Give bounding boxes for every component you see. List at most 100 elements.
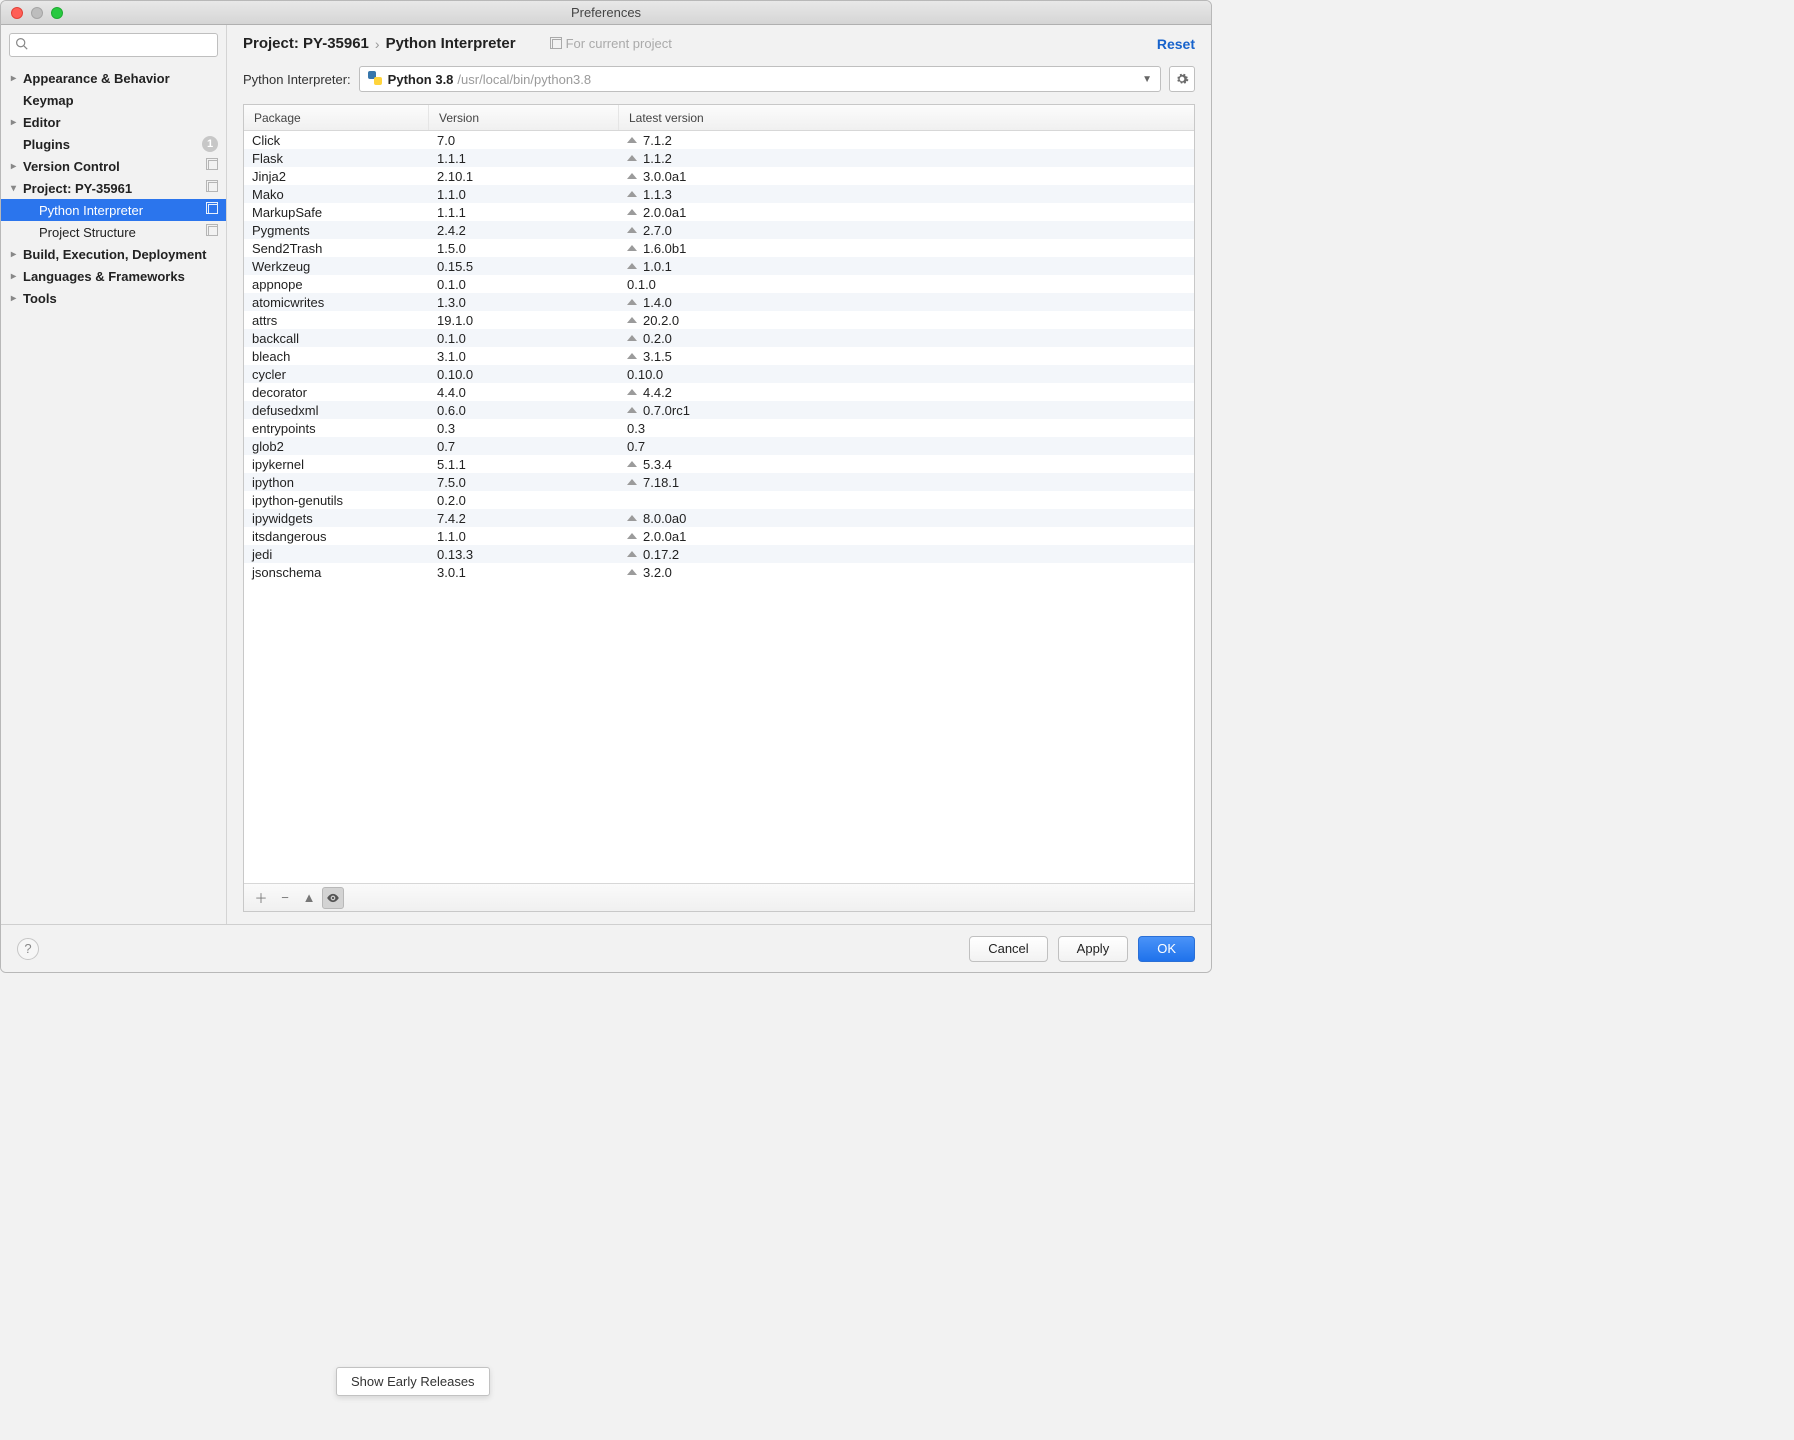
- cell-version: 7.0: [429, 133, 619, 148]
- sidebar-item-editor[interactable]: ▸Editor: [1, 111, 226, 133]
- apply-button[interactable]: Apply: [1058, 936, 1129, 962]
- upgrade-available-icon: [627, 137, 637, 143]
- cell-version: 0.15.5: [429, 259, 619, 274]
- table-row[interactable]: attrs19.1.020.2.0: [244, 311, 1194, 329]
- cell-package: entrypoints: [244, 421, 429, 436]
- table-row[interactable]: Mako1.1.01.1.3: [244, 185, 1194, 203]
- sidebar-tree: ▸Appearance & BehaviorKeymap▸EditorPlugi…: [1, 65, 226, 924]
- table-row[interactable]: entrypoints0.30.3: [244, 419, 1194, 437]
- cell-latest: 5.3.4: [619, 457, 1194, 472]
- upgrade-available-icon: [627, 551, 637, 557]
- cell-latest: 2.0.0a1: [619, 529, 1194, 544]
- sidebar-item-build-exec-deploy[interactable]: ▸Build, Execution, Deployment: [1, 243, 226, 265]
- table-body[interactable]: Click7.07.1.2Flask1.1.11.1.2Jinja22.10.1…: [244, 131, 1194, 883]
- table-row[interactable]: backcall0.1.00.2.0: [244, 329, 1194, 347]
- upgrade-available-icon: [627, 389, 637, 395]
- table-row[interactable]: decorator4.4.04.4.2: [244, 383, 1194, 401]
- footer: ? Cancel Apply OK: [1, 924, 1211, 972]
- chevron-right-icon: ▸: [11, 161, 23, 172]
- remove-package-button[interactable]: −: [274, 887, 296, 909]
- sidebar-item-label: Python Interpreter: [39, 203, 143, 218]
- sidebar-item-languages-frameworks[interactable]: ▸Languages & Frameworks: [1, 265, 226, 287]
- cell-package: jedi: [244, 547, 429, 562]
- sidebar-item-appearance-behavior[interactable]: ▸Appearance & Behavior: [1, 67, 226, 89]
- upgrade-available-icon: [627, 209, 637, 215]
- table-row[interactable]: jedi0.13.30.17.2: [244, 545, 1194, 563]
- sidebar-item-label: Version Control: [23, 159, 120, 174]
- table-row[interactable]: defusedxml0.6.00.7.0rc1: [244, 401, 1194, 419]
- sidebar-item-tools[interactable]: ▸Tools: [1, 287, 226, 309]
- cancel-button[interactable]: Cancel: [969, 936, 1047, 962]
- upgrade-available-icon: [627, 173, 637, 179]
- table-row[interactable]: jsonschema3.0.13.2.0: [244, 563, 1194, 581]
- cell-version: 1.1.1: [429, 205, 619, 220]
- table-row[interactable]: MarkupSafe1.1.12.0.0a1: [244, 203, 1194, 221]
- cell-latest: 0.3: [619, 421, 1194, 436]
- column-header-latest[interactable]: Latest version: [619, 105, 1194, 130]
- cell-version: 0.10.0: [429, 367, 619, 382]
- table-row[interactable]: ipython-genutils0.2.0: [244, 491, 1194, 509]
- upgrade-available-icon: [627, 515, 637, 521]
- table-row[interactable]: ipywidgets7.4.28.0.0a0: [244, 509, 1194, 527]
- upgrade-available-icon: [627, 569, 637, 575]
- sidebar-item-python-interpreter[interactable]: Python Interpreter: [1, 199, 226, 221]
- plus-icon: ＋: [254, 888, 267, 907]
- table-row[interactable]: ipython7.5.07.18.1: [244, 473, 1194, 491]
- cell-package: ipython: [244, 475, 429, 490]
- cell-latest: 0.10.0: [619, 367, 1194, 382]
- table-row[interactable]: Click7.07.1.2: [244, 131, 1194, 149]
- reset-link[interactable]: Reset: [1157, 36, 1195, 52]
- sidebar-item-project[interactable]: ▾Project: PY-35961: [1, 177, 226, 199]
- cell-version: 0.1.0: [429, 331, 619, 346]
- show-early-releases-button[interactable]: [322, 887, 344, 909]
- search-input[interactable]: [9, 33, 218, 57]
- sidebar-item-version-control[interactable]: ▸Version Control: [1, 155, 226, 177]
- table-row[interactable]: Pygments2.4.22.7.0: [244, 221, 1194, 239]
- chevron-right-icon: ▸: [11, 249, 23, 260]
- table-row[interactable]: Send2Trash1.5.01.6.0b1: [244, 239, 1194, 257]
- cell-latest: 0.1.0: [619, 277, 1194, 292]
- cell-version: 3.1.0: [429, 349, 619, 364]
- sidebar-item-project-structure[interactable]: Project Structure: [1, 221, 226, 243]
- table-row[interactable]: itsdangerous1.1.02.0.0a1: [244, 527, 1194, 545]
- column-header-version[interactable]: Version: [429, 105, 619, 130]
- sidebar: ▸Appearance & BehaviorKeymap▸EditorPlugi…: [1, 25, 227, 924]
- upgrade-available-icon: [627, 155, 637, 161]
- sidebar-item-plugins[interactable]: Plugins1: [1, 133, 226, 155]
- chevron-right-icon: ▸: [11, 293, 23, 304]
- interpreter-dropdown[interactable]: Python 3.8 /usr/local/bin/python3.8 ▼: [359, 66, 1161, 92]
- search-box: [9, 33, 218, 57]
- table-row[interactable]: Werkzeug0.15.51.0.1: [244, 257, 1194, 275]
- column-header-package[interactable]: Package: [244, 105, 429, 130]
- breadcrumb-separator: ›: [375, 36, 380, 52]
- table-row[interactable]: atomicwrites1.3.01.4.0: [244, 293, 1194, 311]
- cell-latest: 1.1.2: [619, 151, 1194, 166]
- upgrade-package-button[interactable]: ▲: [298, 887, 320, 909]
- table-row[interactable]: bleach3.1.03.1.5: [244, 347, 1194, 365]
- table-row[interactable]: glob20.70.7: [244, 437, 1194, 455]
- upgrade-available-icon: [627, 227, 637, 233]
- help-button[interactable]: ?: [17, 938, 39, 960]
- cell-package: Jinja2: [244, 169, 429, 184]
- cell-package: Click: [244, 133, 429, 148]
- breadcrumb-page: Python Interpreter: [386, 35, 516, 52]
- ok-button[interactable]: OK: [1138, 936, 1195, 962]
- table-row[interactable]: Jinja22.10.13.0.0a1: [244, 167, 1194, 185]
- breadcrumb-project[interactable]: Project: PY-35961: [243, 35, 369, 52]
- sidebar-item-keymap[interactable]: Keymap: [1, 89, 226, 111]
- cell-version: 7.4.2: [429, 511, 619, 526]
- cell-latest: 0.17.2: [619, 547, 1194, 562]
- cell-version: 0.6.0: [429, 403, 619, 418]
- sidebar-item-label: Tools: [23, 291, 57, 306]
- cell-latest: 3.0.0a1: [619, 169, 1194, 184]
- table-row[interactable]: cycler0.10.00.10.0: [244, 365, 1194, 383]
- table-row[interactable]: Flask1.1.11.1.2: [244, 149, 1194, 167]
- titlebar: Preferences: [1, 1, 1211, 25]
- cell-package: bleach: [244, 349, 429, 364]
- cell-package: attrs: [244, 313, 429, 328]
- table-row[interactable]: appnope0.1.00.1.0: [244, 275, 1194, 293]
- interpreter-settings-button[interactable]: [1169, 66, 1195, 92]
- add-package-button[interactable]: ＋: [250, 887, 272, 909]
- cell-version: 7.5.0: [429, 475, 619, 490]
- table-row[interactable]: ipykernel5.1.15.3.4: [244, 455, 1194, 473]
